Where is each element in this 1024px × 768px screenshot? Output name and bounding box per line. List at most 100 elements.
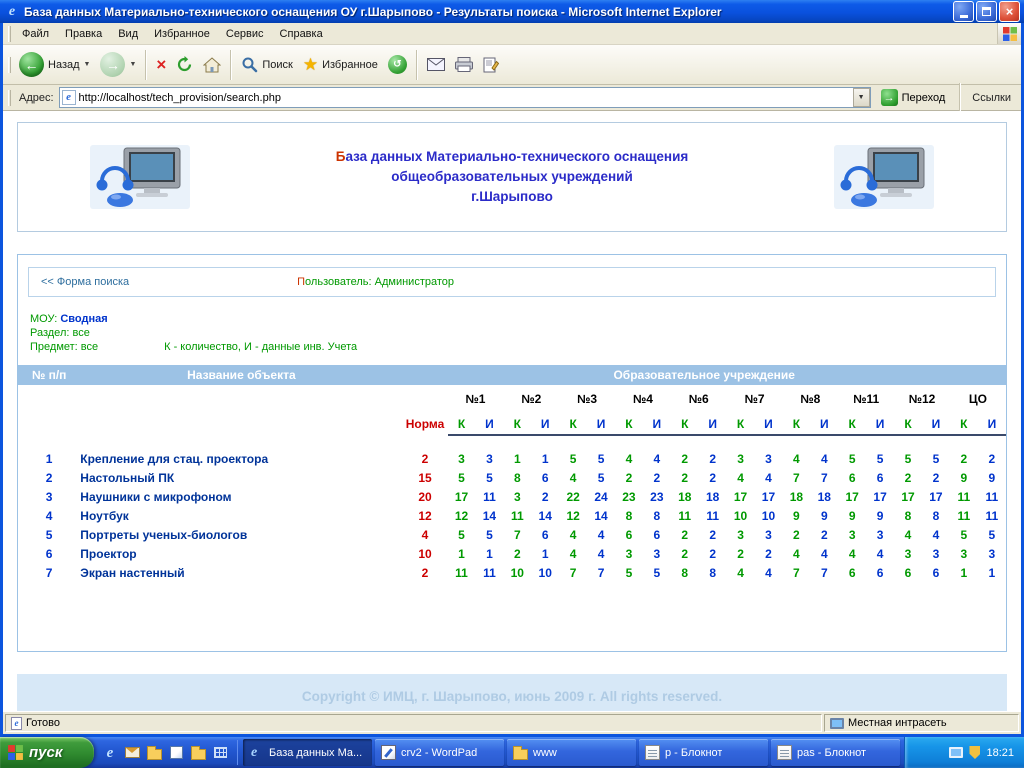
table-row: 7Экран настенный211111010775588447766661… <box>18 564 1006 583</box>
maximize-button[interactable] <box>976 1 997 22</box>
taskbar-separator <box>237 740 238 765</box>
quicklaunch-folder-icon[interactable] <box>145 744 163 762</box>
start-button[interactable]: пуск <box>0 737 94 768</box>
norm-value: 2 <box>402 435 447 469</box>
edit-button[interactable] <box>478 55 504 75</box>
k-value: 12 <box>448 507 476 526</box>
institution-header: №11 <box>838 385 894 413</box>
i-value: 4 <box>866 545 894 564</box>
menu-item-favorites[interactable]: Избранное <box>146 25 218 43</box>
results-panel: << Форма поиска Пользователь: Администра… <box>17 254 1007 652</box>
i-value: 2 <box>531 488 559 507</box>
search-button[interactable]: Поиск <box>236 54 297 75</box>
menu-item-help[interactable]: Справка <box>272 25 331 43</box>
taskbar-task[interactable]: www <box>507 739 636 766</box>
col-header-group: Образовательное учреждение <box>402 365 1006 385</box>
home-button[interactable] <box>198 55 226 75</box>
k-value: 3 <box>503 488 531 507</box>
k-value: 11 <box>448 564 476 583</box>
refresh-button[interactable] <box>171 54 198 75</box>
quicklaunch-mail-icon[interactable] <box>123 744 141 762</box>
task-label: www <box>533 747 557 759</box>
menu-item-file[interactable]: Файл <box>14 25 57 43</box>
k-value: 4 <box>782 545 810 564</box>
title-bar[interactable]: e База данных Материально-технического о… <box>0 0 1024 23</box>
history-button[interactable]: ↺ <box>383 53 412 76</box>
taskbar-task[interactable]: pas - Блокнот <box>771 739 900 766</box>
i-value: 17 <box>922 488 950 507</box>
row-number: 4 <box>18 507 80 526</box>
tray-status-icon[interactable] <box>969 746 980 759</box>
quicklaunch-folder2-icon[interactable] <box>189 744 207 762</box>
forward-icon: → <box>100 52 125 77</box>
k-value: 2 <box>615 469 643 488</box>
taskbar-task[interactable]: p - Блокнот <box>639 739 768 766</box>
back-icon: ← <box>19 52 44 77</box>
k-value: 2 <box>782 526 810 545</box>
table-row: 6Проектор1011214433222244443333 <box>18 545 1006 564</box>
institution-header: №3 <box>559 385 615 413</box>
i-header: И <box>866 413 894 435</box>
notepad-icon <box>777 745 792 760</box>
object-name: Крепление для стац. проектора <box>80 435 402 469</box>
k-value: 11 <box>950 507 978 526</box>
document-icon: e <box>11 717 22 730</box>
k-value: 22 <box>559 488 587 507</box>
k-value: 6 <box>894 564 922 583</box>
toolbar-separator <box>145 50 147 80</box>
mail-button[interactable] <box>422 56 450 73</box>
i-value: 4 <box>810 545 838 564</box>
links-label[interactable]: Ссылки <box>970 92 1017 104</box>
quicklaunch-grid-icon[interactable] <box>211 744 229 762</box>
k-value: 4 <box>838 545 866 564</box>
minimize-button[interactable] <box>953 1 974 22</box>
user-label: Пользователь: Администратор <box>297 276 454 288</box>
table-row: 4Ноутбук12121411141214881111101099998811… <box>18 507 1006 526</box>
quicklaunch-ie-icon[interactable]: e <box>101 744 119 762</box>
address-dropdown-button[interactable]: ▼ <box>853 88 870 107</box>
k-value: 2 <box>671 469 699 488</box>
favorites-star-icon: ★ <box>303 56 318 73</box>
print-button[interactable] <box>450 55 478 74</box>
browser-toolbar: ← Назад ▼ → ▼ × <box>3 45 1021 85</box>
k-value: 11 <box>950 488 978 507</box>
stop-button[interactable]: × <box>151 54 171 75</box>
k-value: 5 <box>950 526 978 545</box>
taskbar-task[interactable]: База данных Ма... <box>243 739 372 766</box>
taskbar-task[interactable]: crv2 - WordPad <box>375 739 504 766</box>
i-value: 11 <box>475 564 503 583</box>
k-value: 6 <box>838 564 866 583</box>
i-value: 24 <box>587 488 615 507</box>
k-value: 6 <box>615 526 643 545</box>
k-value: 17 <box>727 488 755 507</box>
i-header: И <box>587 413 615 435</box>
menu-item-edit[interactable]: Правка <box>57 25 110 43</box>
back-dropdown-icon[interactable]: ▼ <box>84 61 91 68</box>
windows-flag-icon <box>7 744 24 761</box>
forward-dropdown-icon[interactable]: ▼ <box>129 61 136 68</box>
tray-network-icon[interactable] <box>949 747 963 758</box>
forward-button[interactable]: → ▼ <box>95 50 141 79</box>
menu-item-view[interactable]: Вид <box>110 25 146 43</box>
close-button[interactable]: × <box>999 1 1020 22</box>
address-field[interactable]: e ▼ <box>59 87 871 108</box>
address-input[interactable] <box>76 92 853 104</box>
menu-grip <box>8 26 11 42</box>
back-button[interactable]: ← Назад ▼ <box>14 50 95 79</box>
col-header-name: Название объекта <box>80 365 402 385</box>
favorites-button[interactable]: ★ Избранное <box>298 54 383 75</box>
i-value: 7 <box>587 564 615 583</box>
go-button[interactable]: → Переход <box>876 88 951 107</box>
k-value: 3 <box>950 545 978 564</box>
search-form-link[interactable]: << Форма поиска <box>41 276 129 288</box>
toolbar-separator <box>230 50 232 80</box>
status-text: Готово <box>26 717 60 729</box>
k-value: 7 <box>503 526 531 545</box>
quicklaunch-show-desktop-icon[interactable] <box>167 744 185 762</box>
k-value: 2 <box>727 545 755 564</box>
i-value: 2 <box>699 435 727 469</box>
menu-item-tools[interactable]: Сервис <box>218 25 272 43</box>
i-value: 2 <box>922 469 950 488</box>
i-value: 11 <box>978 507 1006 526</box>
i-value: 1 <box>475 545 503 564</box>
